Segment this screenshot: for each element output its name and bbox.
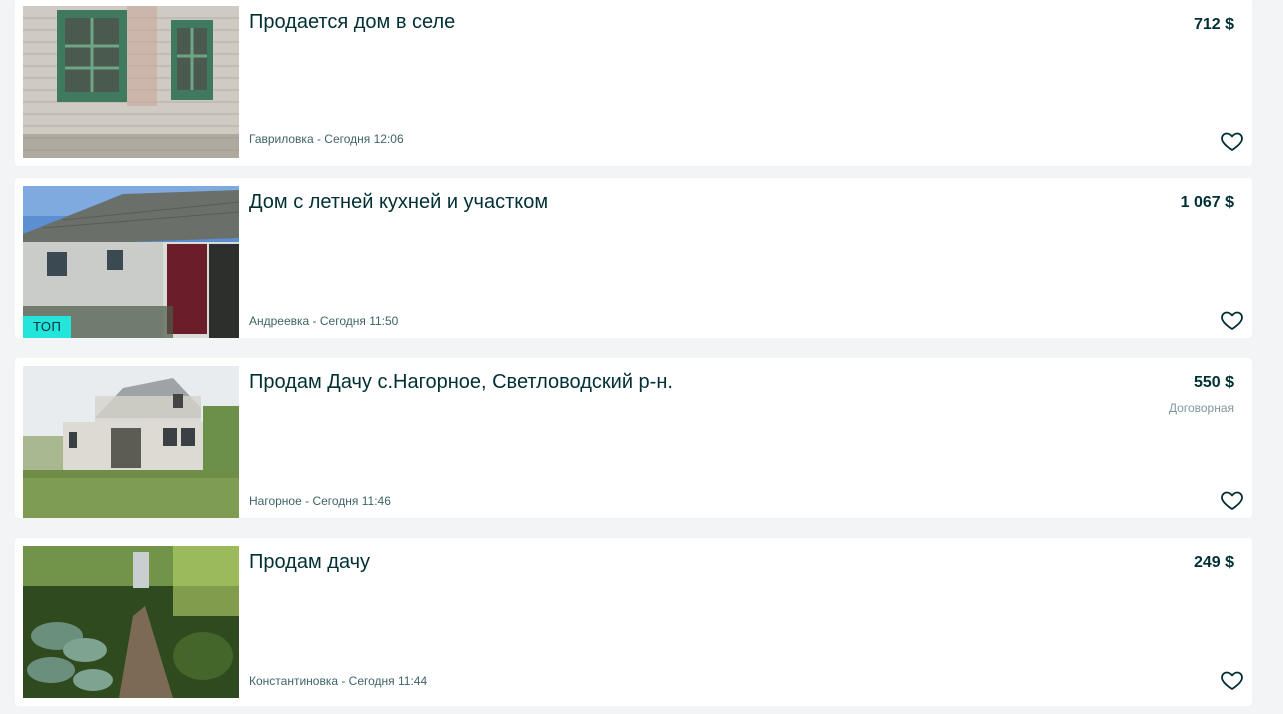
listing-location-date: Константиновка - Сегодня 11:44 — [249, 674, 428, 688]
listing-location-date: Нагорное - Сегодня 11:46 — [249, 494, 391, 508]
top-badge: ТОП — [23, 316, 72, 338]
listing-location-date: Андреевка - Сегодня 11:50 — [249, 314, 399, 328]
heart-outline-icon[interactable] — [1220, 668, 1244, 692]
listing-photo[interactable] — [23, 366, 239, 518]
heart-outline-icon[interactable] — [1220, 308, 1244, 332]
garden-photo — [23, 546, 239, 698]
listing-photo[interactable] — [23, 6, 239, 158]
listing-card[interactable]: ТОП Дом с летней кухней и участком Андре… — [15, 178, 1252, 338]
listing-title[interactable]: Продается дом в селе — [249, 10, 1069, 34]
listing-card[interactable]: Продается дом в селе Гавриловка - Сегодн… — [15, 0, 1252, 166]
listing-photo[interactable] — [23, 546, 239, 698]
listing-list: Продается дом в селе Гавриловка - Сегодн… — [0, 0, 1283, 714]
price-negotiable-note: Договорная — [1168, 401, 1234, 415]
listing-title[interactable]: Дом с летней кухней и участком — [249, 190, 1069, 214]
heart-outline-icon[interactable] — [1220, 129, 1244, 153]
listing-card[interactable]: Продам Дачу с.Нагорное, Светловодский р-… — [15, 358, 1252, 518]
listing-price: 550 $ — [1193, 374, 1234, 391]
listing-price: 1 067 $ — [1180, 194, 1234, 211]
brick-house-photo — [23, 6, 239, 158]
listing-photo[interactable]: ТОП — [23, 186, 239, 338]
listing-title[interactable]: Продам Дачу с.Нагорное, Светловодский р-… — [249, 370, 1069, 394]
listing-price: 249 $ — [1193, 554, 1234, 571]
listing-price: 712 $ — [1193, 16, 1234, 33]
listing-title[interactable]: Продам дачу — [249, 550, 1069, 574]
listing-card[interactable]: Продам дачу Константиновка - Сегодня 11:… — [15, 538, 1252, 706]
dacha-house-photo — [23, 366, 239, 518]
heart-outline-icon[interactable] — [1220, 488, 1244, 512]
listing-location-date: Гавриловка - Сегодня 12:06 — [249, 132, 404, 146]
